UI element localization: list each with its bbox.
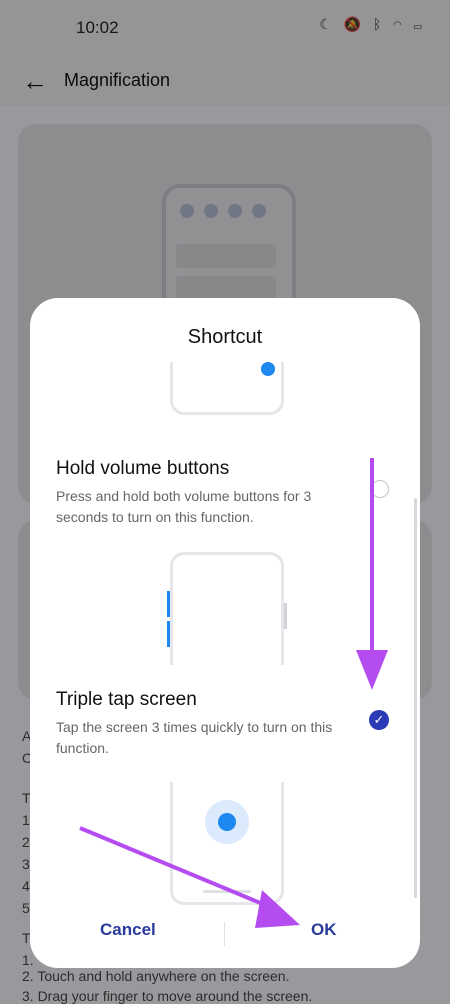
diagonal-arrow-head xyxy=(255,890,300,928)
down-arrow-head xyxy=(356,650,388,690)
annotation-arrows xyxy=(79,458,388,928)
diagonal-arrow-line xyxy=(79,826,283,914)
